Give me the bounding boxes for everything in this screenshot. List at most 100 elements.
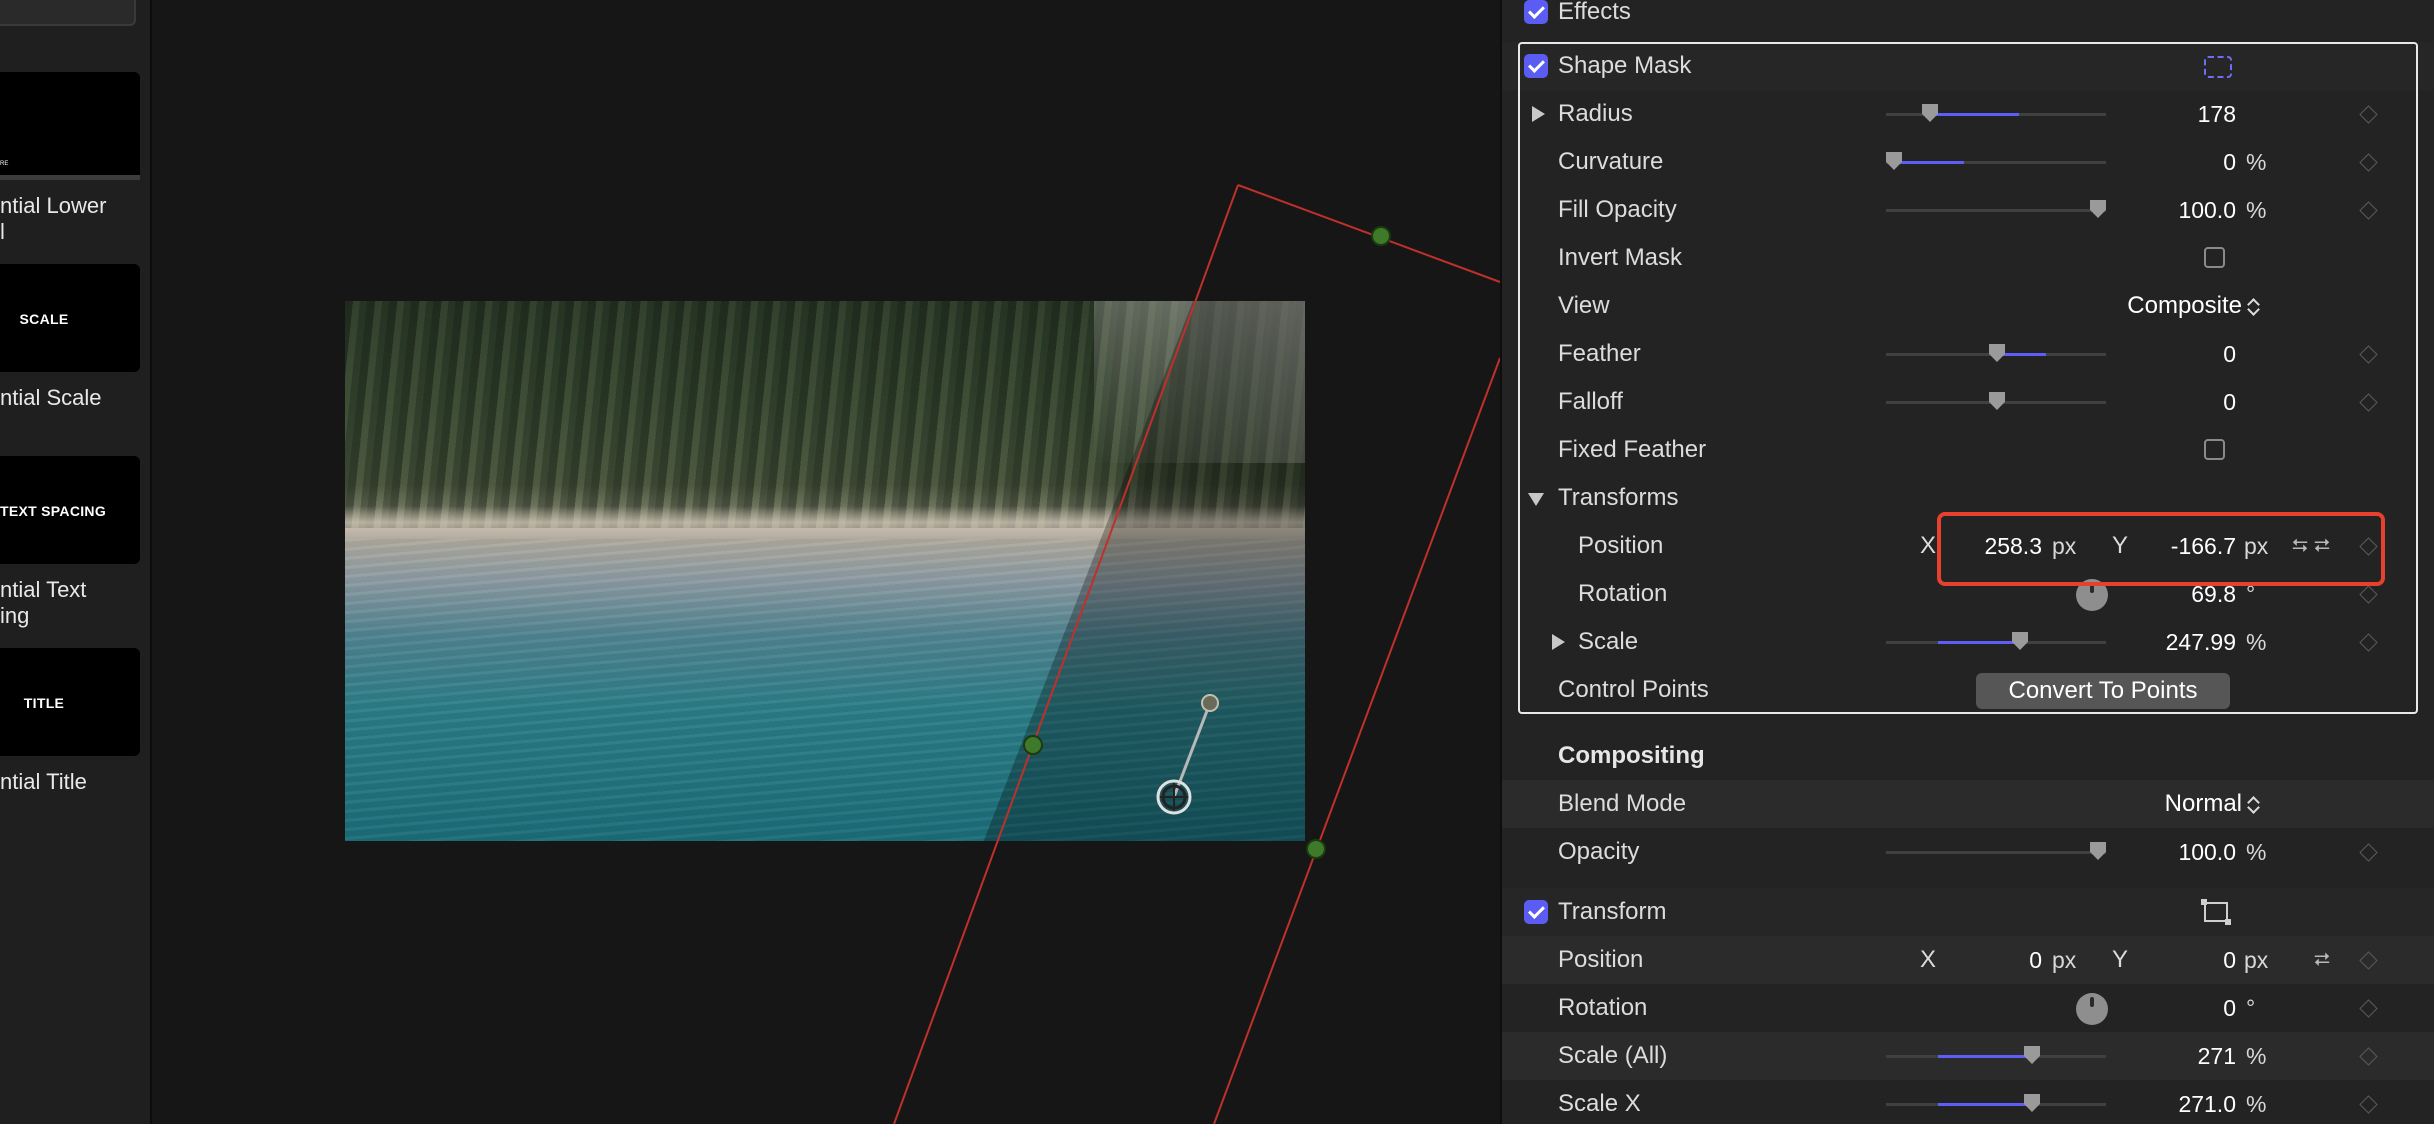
title-browser: RE ntial Lower l SCALE ntial Scale TEXT …: [0, 0, 152, 1124]
mask-handle-top[interactable]: [1371, 226, 1391, 246]
browser-item-label: ntial Lower: [0, 193, 107, 218]
opacity-keyframe-icon[interactable]: [2359, 843, 2378, 862]
previous-keyframe-icon[interactable]: ⮀: [2292, 536, 2308, 556]
browser-thumb-lower-third[interactable]: RE: [0, 72, 140, 180]
fixed-feather-checkbox[interactable]: [2204, 439, 2225, 460]
transform-position-x-value[interactable]: 0: [1942, 936, 2042, 984]
transform-onscreen-icon[interactable]: [2201, 899, 2231, 925]
falloff-slider[interactable]: [1886, 392, 2106, 410]
curvature-slider[interactable]: [1886, 152, 2106, 170]
mask-scale-keyframe-icon[interactable]: [2359, 633, 2378, 652]
mask-scale-row: Scale 247.99 %: [1502, 618, 2434, 666]
invert-mask-checkbox[interactable]: [2204, 247, 2225, 268]
fill-opacity-value[interactable]: 100.0: [2122, 186, 2236, 234]
slider-knob[interactable]: [2012, 632, 2028, 650]
transform-enable-checkbox[interactable]: [1524, 900, 1548, 924]
rotation-handle[interactable]: [1201, 694, 1219, 712]
transforms-disclosure-icon[interactable]: [1528, 493, 1544, 506]
slider-knob[interactable]: [1989, 344, 2005, 362]
slider-fill: [1938, 641, 2018, 644]
slider-knob[interactable]: [2090, 842, 2106, 860]
video-inspector: Effects Shape Mask Radius 178 Curvature …: [1500, 0, 2434, 1124]
slider-knob[interactable]: [2090, 200, 2106, 218]
slider-fill: [1929, 113, 2019, 116]
opacity-value[interactable]: 100.0: [2122, 828, 2236, 876]
mask-rotation-keyframe-icon[interactable]: [2359, 585, 2378, 604]
fill-opacity-unit: %: [2246, 197, 2267, 223]
viewer: [154, 0, 1500, 1124]
transform-position-keyframe-icon[interactable]: [2359, 951, 2378, 970]
next-keyframe-icon[interactable]: ⮂: [2314, 536, 2330, 556]
radius-keyframe-icon[interactable]: [2359, 105, 2378, 124]
opacity-label: Opacity: [1558, 838, 1640, 865]
transform-rotation-value[interactable]: 0: [2142, 984, 2236, 1032]
transform-scale-all-slider[interactable]: [1886, 1046, 2106, 1064]
blend-mode-popup[interactable]: Normal: [2062, 780, 2242, 828]
curvature-keyframe-icon[interactable]: [2359, 153, 2378, 172]
mask-rotation-row: Rotation 69.8 °: [1502, 570, 2434, 618]
transform-rotation-unit: °: [2246, 995, 2256, 1021]
transform-scale-all-keyframe-icon[interactable]: [2359, 1047, 2378, 1066]
browser-thumb-title[interactable]: TITLE: [0, 648, 140, 756]
radius-disclosure-icon[interactable]: [1532, 106, 1545, 122]
mask-position-x-label: X: [1920, 532, 1937, 559]
transform-scale-x-keyframe-icon[interactable]: [2359, 1095, 2378, 1114]
transform-scale-x-slider[interactable]: [1886, 1094, 2106, 1112]
transform-scale-all-unit: %: [2246, 1043, 2267, 1069]
radius-slider[interactable]: [1886, 104, 2106, 122]
mask-position-keyframe-icon[interactable]: [2359, 537, 2378, 556]
fixed-feather-row: Fixed Feather: [1502, 426, 2434, 474]
transform-rotation-keyframe-icon[interactable]: [2359, 999, 2378, 1018]
radius-value[interactable]: 178: [2162, 90, 2236, 138]
curvature-value[interactable]: 0: [2162, 138, 2236, 186]
feather-slider[interactable]: [1886, 344, 2106, 362]
thumb-text: TEXT SPACING: [0, 503, 107, 519]
browser-thumb-scale[interactable]: SCALE: [0, 264, 140, 372]
fill-opacity-keyframe-icon[interactable]: [2359, 201, 2378, 220]
effects-title: Effects: [1558, 0, 1631, 25]
blend-mode-updown-icon[interactable]: [2248, 795, 2260, 815]
browser-thumb-text-spacing[interactable]: TEXT SPACING: [0, 456, 140, 564]
opacity-row: Opacity 100.0 %: [1502, 828, 2434, 876]
transform-position-y-value[interactable]: 0: [2122, 936, 2236, 984]
view-updown-icon[interactable]: [2248, 297, 2260, 317]
feather-keyframe-icon[interactable]: [2359, 345, 2378, 364]
shape-mask-enable-checkbox[interactable]: [1524, 54, 1548, 78]
view-popup[interactable]: Composite: [2062, 282, 2242, 330]
slider-knob[interactable]: [1922, 104, 1938, 122]
fill-opacity-slider[interactable]: [1886, 200, 2106, 218]
shape-mask-onscreen-icon[interactable]: [2204, 56, 2232, 78]
mask-rotation-dial[interactable]: [2076, 579, 2108, 611]
opacity-slider[interactable]: [1886, 842, 2106, 860]
mask-handle-left[interactable]: [1023, 735, 1043, 755]
transform-rotation-dial[interactable]: [2076, 993, 2108, 1025]
browser-item-label-2: l: [0, 219, 5, 244]
transform-scale-x-value[interactable]: 271.0: [2122, 1080, 2236, 1124]
mask-scale-value[interactable]: 247.99: [2122, 618, 2236, 666]
mask-position-x-value[interactable]: 258.3: [1942, 522, 2042, 570]
feather-value[interactable]: 0: [2162, 330, 2236, 378]
next-keyframe-icon[interactable]: ⮂: [2314, 950, 2330, 970]
falloff-keyframe-icon[interactable]: [2359, 393, 2378, 412]
slider-knob[interactable]: [1989, 392, 2005, 410]
browser-search-field[interactable]: [0, 0, 136, 26]
convert-to-points-button[interactable]: Convert To Points: [1976, 673, 2230, 709]
falloff-value[interactable]: 0: [2162, 378, 2236, 426]
mask-shade: [874, 301, 1305, 841]
transform-position-row: Position X 0 px Y 0 px ⮂: [1502, 936, 2434, 984]
mask-rotation-value[interactable]: 69.8: [2142, 570, 2236, 618]
mask-edge-top: [1237, 184, 1500, 283]
slider-knob[interactable]: [2024, 1046, 2040, 1064]
effects-enable-checkbox[interactable]: [1524, 0, 1548, 24]
mask-position-y-value[interactable]: -166.7: [2122, 522, 2236, 570]
transform-scale-all-value[interactable]: 271: [2122, 1032, 2236, 1080]
mask-scale-disclosure-icon[interactable]: [1552, 634, 1565, 650]
mask-scale-slider[interactable]: [1886, 632, 2106, 650]
mask-handle-bottom[interactable]: [1306, 839, 1326, 859]
thumb-text: SCALE: [19, 311, 69, 327]
opacity-unit: %: [2246, 839, 2267, 865]
slider-knob[interactable]: [2024, 1094, 2040, 1112]
feather-row: Feather 0: [1502, 330, 2434, 378]
slider-knob[interactable]: [1886, 152, 1902, 170]
shape-mask-header: Shape Mask: [1502, 42, 2434, 90]
